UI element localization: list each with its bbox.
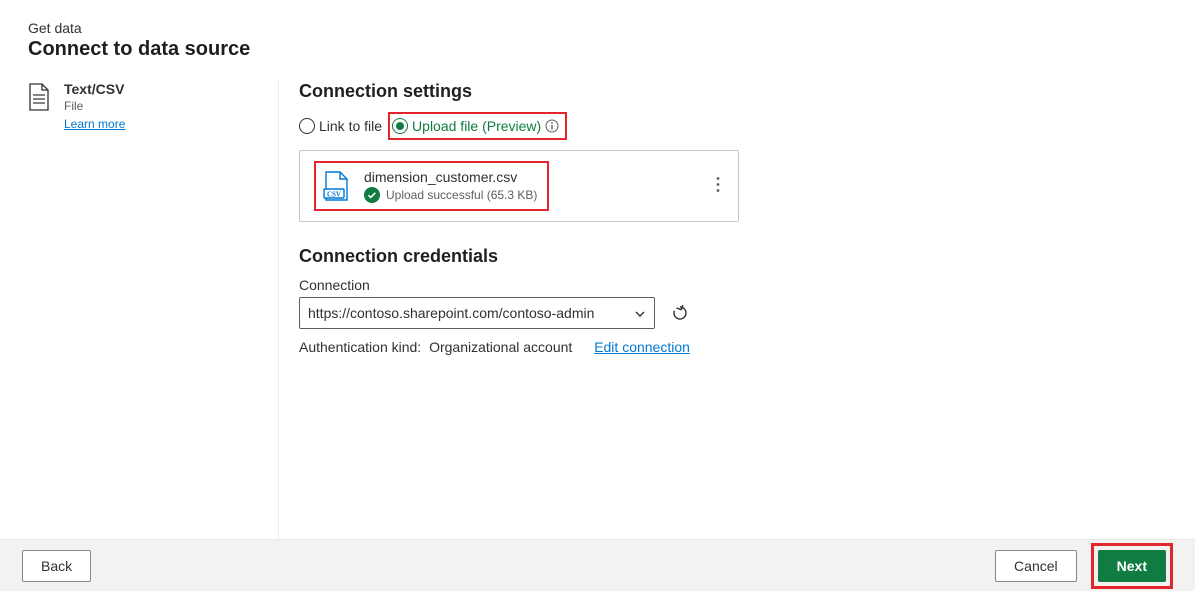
highlight-upload-radio: Upload file (Preview) <box>388 112 567 140</box>
success-check-icon <box>364 187 380 203</box>
uploaded-file-name: dimension_customer.csv <box>364 169 537 185</box>
cancel-button[interactable]: Cancel <box>995 550 1077 582</box>
file-more-menu[interactable] <box>712 173 724 200</box>
dialog-footer: Back Cancel Next <box>0 539 1195 591</box>
connection-select[interactable]: https://contoso.sharepoint.com/contoso-a… <box>299 297 655 329</box>
uploaded-file-card: CSV dimension_customer.csv <box>299 150 739 222</box>
auth-kind-label: Authentication kind: <box>299 339 421 355</box>
radio-circle-icon <box>392 118 408 134</box>
highlight-next-button: Next <box>1091 543 1173 589</box>
refresh-connection-button[interactable] <box>665 298 695 328</box>
radio-label: Link to file <box>319 118 382 134</box>
chevron-down-icon <box>634 307 646 319</box>
document-icon <box>28 83 50 111</box>
connection-field-label: Connection <box>299 277 1167 293</box>
highlight-file-card: CSV dimension_customer.csv <box>314 161 549 211</box>
back-button[interactable]: Back <box>22 550 91 582</box>
radio-link-to-file[interactable]: Link to file <box>299 118 382 134</box>
csv-file-icon: CSV <box>322 170 350 202</box>
connection-value: https://contoso.sharepoint.com/contoso-a… <box>308 305 594 321</box>
source-type: File <box>64 99 125 113</box>
breadcrumb: Get data <box>28 20 1167 36</box>
page-title: Connect to data source <box>28 38 1167 61</box>
next-button[interactable]: Next <box>1098 550 1166 582</box>
radio-circle-icon <box>299 118 315 134</box>
edit-connection-link[interactable]: Edit connection <box>594 339 690 355</box>
info-icon[interactable] <box>545 119 559 133</box>
connection-credentials-heading: Connection credentials <box>299 246 1167 267</box>
learn-more-link[interactable]: Learn more <box>64 117 125 131</box>
connection-settings-heading: Connection settings <box>299 81 1167 102</box>
vertical-divider <box>278 81 279 540</box>
radio-label: Upload file (Preview) <box>412 118 541 134</box>
auth-kind-row: Authentication kind: Organizational acco… <box>299 339 1167 355</box>
upload-status-text: Upload successful (65.3 KB) <box>386 188 537 202</box>
auth-kind-value: Organizational account <box>429 339 572 355</box>
radio-upload-file[interactable]: Upload file (Preview) <box>392 118 559 134</box>
source-name: Text/CSV <box>64 81 125 97</box>
source-summary: Text/CSV File Learn more <box>28 81 278 540</box>
svg-text:CSV: CSV <box>327 190 341 198</box>
upload-mode-radios: Link to file Upload file (Preview) <box>299 112 1167 140</box>
